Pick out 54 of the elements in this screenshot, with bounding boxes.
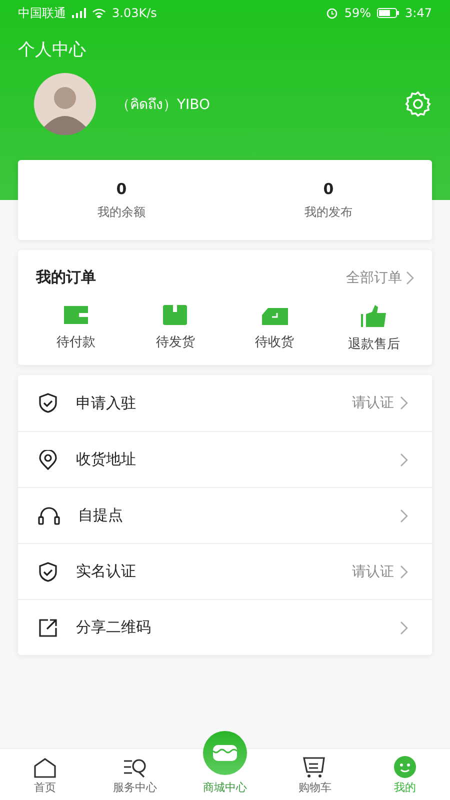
- signal-icon: [72, 8, 86, 18]
- nav-tab[interactable]: 首页: [34, 780, 56, 795]
- thumbs-up-icon: [360, 305, 387, 327]
- user-name: （คิดถึง）YIBO: [116, 96, 212, 115]
- chevron-icon: [400, 452, 408, 466]
- shop-icon: [212, 743, 238, 763]
- nav-tab[interactable]: 商城中心: [203, 780, 247, 795]
- location-pin-icon: [38, 450, 58, 470]
- order-status-label[interactable]: 退款售后: [348, 335, 400, 353]
- stat-value: 0: [116, 180, 127, 198]
- stat-label: 我的余额: [98, 204, 146, 220]
- cart-icon: [303, 756, 327, 778]
- stat-value: 0: [323, 180, 334, 198]
- avatar-icon: [34, 73, 96, 135]
- smile-icon: [394, 756, 416, 778]
- stat-label: 我的发布: [304, 204, 352, 220]
- chevron-icon: [400, 396, 408, 410]
- settings-icon[interactable]: [404, 90, 432, 118]
- network-speed-text: 3.03K/s: [112, 6, 157, 20]
- order-status-label[interactable]: 待发货: [156, 333, 195, 351]
- menu-item-label[interactable]: 收货地址: [76, 450, 400, 469]
- order-status-label[interactable]: 待付款: [56, 333, 96, 351]
- nav-tab[interactable]: 购物车: [298, 780, 332, 795]
- shield-icon: [38, 562, 58, 582]
- alarm-icon: [326, 7, 338, 19]
- menu-item-label[interactable]: 实名认证: [76, 562, 352, 581]
- truck-icon: [262, 305, 288, 325]
- headset-icon: [38, 506, 60, 526]
- chevron-icon: [400, 564, 408, 578]
- wifi-icon: [92, 8, 106, 18]
- search-list-icon: [123, 758, 147, 778]
- chevron-icon: [400, 620, 408, 634]
- share-icon: [38, 618, 58, 638]
- nav-tab[interactable]: 服务中心: [113, 780, 157, 795]
- menu-item-label[interactable]: 自提点: [78, 506, 400, 525]
- page-title: 个人中心: [18, 39, 87, 61]
- shop-button[interactable]: [203, 731, 247, 775]
- chevron-icon: [406, 270, 414, 284]
- all-orders-link[interactable]: 全部订单: [346, 268, 414, 286]
- home-icon: [33, 758, 57, 778]
- menu-item-label[interactable]: 分享二维码: [76, 618, 400, 637]
- menu-item-status: 请认证: [352, 394, 394, 412]
- shield-icon: [38, 393, 58, 413]
- battery-percent-text: 59%: [344, 6, 372, 20]
- wallet-icon: [64, 305, 88, 325]
- chevron-icon: [400, 508, 408, 522]
- clock-text: 3:47: [405, 6, 432, 20]
- menu-item-status: 请认证: [352, 562, 394, 580]
- carrier-text: 中国联通: [18, 4, 66, 22]
- box-icon: [163, 305, 188, 325]
- order-status-label[interactable]: 待收货: [255, 333, 294, 351]
- section-title: 我的订单: [36, 268, 96, 287]
- menu-item-label[interactable]: 申请入驻: [76, 394, 352, 412]
- battery-icon: [377, 8, 400, 18]
